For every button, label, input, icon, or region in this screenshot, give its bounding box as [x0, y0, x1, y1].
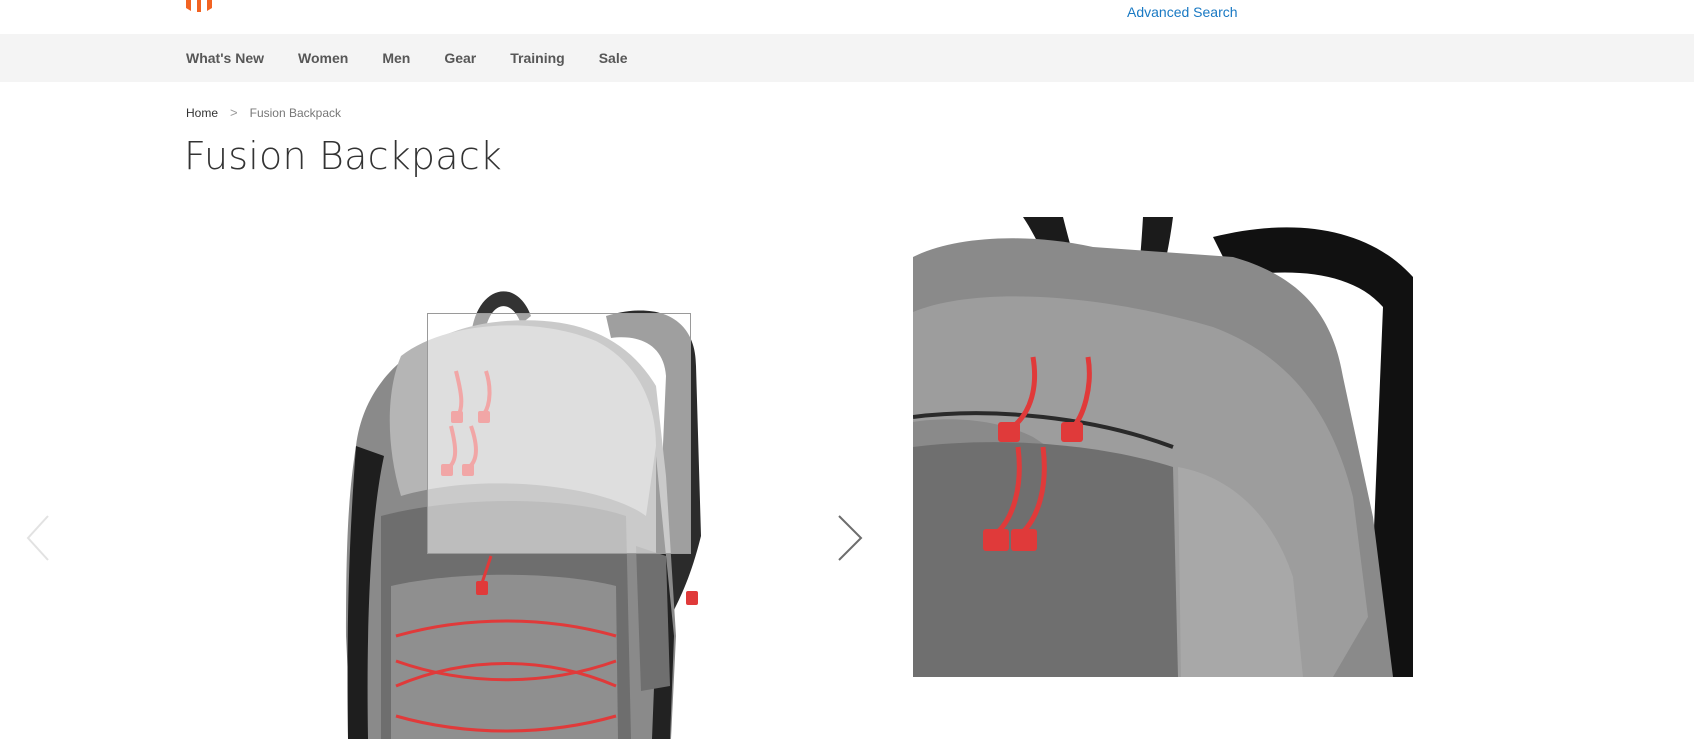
page-title: Fusion Backpack	[184, 134, 503, 178]
nav-item-sale[interactable]: Sale	[599, 50, 628, 66]
chevron-left-icon[interactable]	[22, 508, 58, 568]
nav-item-gear[interactable]: Gear	[444, 50, 476, 66]
nav-item-women[interactable]: Women	[298, 50, 348, 66]
breadcrumb-home-link[interactable]: Home	[186, 106, 218, 120]
nav-item-training[interactable]: Training	[510, 50, 564, 66]
breadcrumb-current: Fusion Backpack	[249, 105, 341, 120]
breadcrumb-separator: >	[230, 105, 238, 120]
magnifier-lens[interactable]	[427, 313, 691, 554]
nav-item-whats-new[interactable]: What's New	[186, 50, 264, 66]
advanced-search-link[interactable]: Advanced Search	[1127, 4, 1238, 20]
magento-logo-icon[interactable]	[186, 0, 212, 13]
breadcrumb: Home > Fusion Backpack	[186, 105, 341, 120]
header: Advanced Search	[0, 0, 1694, 34]
main-navigation: What's New Women Men Gear Training Sale	[0, 34, 1694, 82]
zoom-preview	[913, 217, 1413, 677]
chevron-right-icon[interactable]	[833, 508, 869, 568]
nav-item-men[interactable]: Men	[382, 50, 410, 66]
